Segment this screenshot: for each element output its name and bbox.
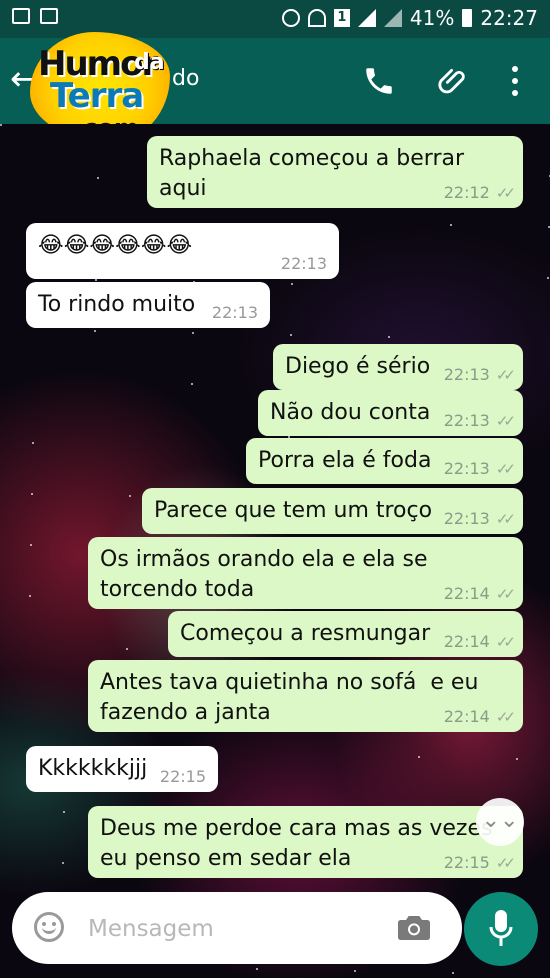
background-star (97, 177, 99, 179)
read-receipt-icon: ✓✓ (495, 510, 516, 528)
message-time: 22:13 (211, 303, 258, 322)
message-time: 22:15 (443, 853, 490, 872)
message-meta: 22:13 ✓✓ (443, 411, 516, 431)
message-meta: 22:12 ✓✓ (443, 183, 516, 203)
background-star (256, 968, 258, 970)
outgoing-message[interactable]: Deus me perdoe cara mas as vezes eu pens… (88, 806, 523, 878)
sim-badge: 1 (333, 9, 350, 27)
read-receipt-icon: ✓✓ (495, 460, 516, 478)
battery-icon (462, 9, 473, 27)
message-time: 22:13 (443, 411, 490, 430)
outgoing-message[interactable]: Raphaela começou a berrar aqui 22:12 ✓✓ (147, 136, 523, 208)
background-star (547, 277, 549, 279)
read-receipt-icon: ✓✓ (495, 708, 516, 726)
mic-button[interactable] (464, 892, 538, 966)
outgoing-message[interactable]: Os irmãos orando ela e ela se torcendo t… (88, 537, 523, 609)
message-time: 22:13 (443, 459, 490, 478)
message-meta: 22:14 ✓✓ (443, 632, 516, 652)
camera-icon[interactable] (398, 914, 430, 942)
outgoing-message[interactable]: Não dou conta 22:13 ✓✓ (258, 390, 523, 436)
message-time: 22:14 (443, 584, 490, 603)
incoming-message[interactable]: Kkkkkkkjjj 22:15 (26, 746, 218, 792)
more-options-icon[interactable] (510, 66, 520, 96)
background-star (31, 493, 33, 495)
background-star (516, 758, 518, 760)
read-receipt-icon: ✓✓ (495, 366, 516, 384)
read-receipt-icon: ✓✓ (495, 412, 516, 430)
background-star (129, 495, 131, 497)
message-time: 22:14 (443, 632, 490, 651)
message-time: 22:15 (159, 767, 206, 786)
background-star (29, 595, 31, 597)
message-meta: 22:14 ✓✓ (443, 707, 516, 727)
background-star (63, 811, 65, 813)
background-star (32, 442, 34, 444)
background-star (290, 334, 292, 336)
app-bar: ← do Humor da Terra .com (0, 32, 550, 142)
mic-icon (489, 910, 513, 946)
battery-percent: 41% (409, 6, 455, 30)
logo-line-terra: Terra (50, 76, 144, 116)
message-meta: 22:15 (160, 768, 206, 786)
background-star (30, 544, 32, 546)
scroll-down-button[interactable]: ⌄⌄ (476, 798, 524, 846)
message-input[interactable] (86, 910, 380, 948)
emoji-icon[interactable] (34, 912, 64, 942)
read-receipt-icon: ✓✓ (495, 854, 516, 872)
message-meta: 22:13 ✓✓ (443, 509, 516, 529)
background-star (126, 648, 128, 650)
background-star (388, 336, 390, 338)
background-star (291, 283, 293, 285)
message-meta: 22:13 ✓✓ (443, 459, 516, 479)
alarm-icon (281, 9, 300, 27)
wifi-icon (307, 9, 326, 27)
message-time: 22:13 (443, 509, 490, 528)
background-star (191, 383, 193, 385)
read-receipt-icon: ✓✓ (495, 633, 516, 651)
background-star (62, 862, 64, 864)
notification-icon (12, 8, 30, 24)
attach-icon[interactable] (436, 62, 470, 100)
read-receipt-icon: ✓✓ (495, 184, 516, 202)
background-star (418, 756, 420, 758)
message-meta: 22:13 ✓✓ (443, 365, 516, 385)
background-star (192, 332, 194, 334)
message-time: 22:12 (443, 183, 490, 202)
call-icon[interactable] (362, 64, 396, 98)
outgoing-message[interactable]: Porra ela é foda 22:13 ✓✓ (246, 438, 523, 484)
message-meta: 22:13 (212, 304, 258, 322)
outgoing-message[interactable]: Antes tava quietinha no sofá e eu fazend… (88, 660, 523, 732)
background-star (95, 279, 97, 281)
message-meta: 22:15 ✓✓ (443, 853, 516, 873)
message-input-bar (12, 892, 462, 964)
read-receipt-icon: ✓✓ (495, 585, 516, 603)
message-time: 22:14 (443, 707, 490, 726)
background-star (452, 972, 454, 974)
signal-icon-2 (383, 9, 402, 27)
outgoing-message[interactable]: Diego é sério 22:13 ✓✓ (273, 344, 523, 390)
background-star (0, 124, 2, 126)
background-star (450, 224, 452, 226)
logo-line-da: da (134, 50, 165, 75)
chat-area[interactable]: Raphaela começou a berrar aqui 22:12 ✓✓ 😂😂😂… (0, 124, 550, 978)
message-time: 22:13 (280, 254, 327, 273)
outgoing-message[interactable]: Começou a resmungar 22:14 ✓✓ (168, 611, 523, 657)
message-meta: 22:14 ✓✓ (443, 584, 516, 604)
background-star (354, 970, 356, 972)
incoming-message[interactable]: To rindo muito 22:13 (26, 282, 270, 328)
background-star (94, 330, 96, 332)
clock: 22:27 (480, 6, 538, 30)
incoming-message[interactable]: 😂😂😂😂😂😂 22:13 (26, 223, 339, 279)
message-time: 22:13 (443, 365, 490, 384)
message-meta: 22:13 (281, 255, 327, 273)
signal-icon (357, 9, 376, 27)
outgoing-message[interactable]: Parece que tem um troço 22:13 ✓✓ (142, 488, 523, 534)
